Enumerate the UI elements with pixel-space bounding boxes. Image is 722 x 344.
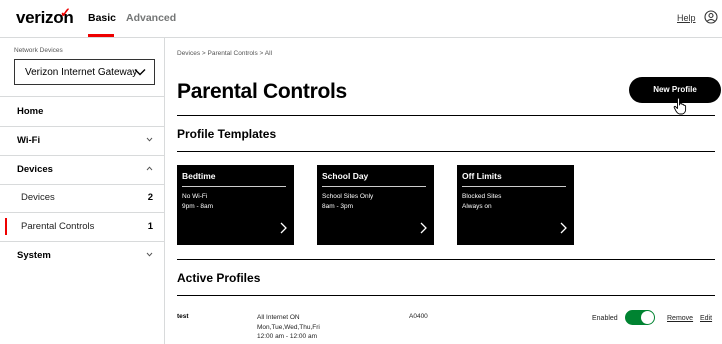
network-devices-label: Network Devices bbox=[14, 47, 63, 54]
help-link[interactable]: Help bbox=[677, 13, 696, 23]
chevron-right-icon bbox=[420, 222, 427, 234]
template-line: Blocked Sites bbox=[462, 193, 502, 200]
active-indicator bbox=[5, 218, 7, 235]
chevron-up-icon bbox=[146, 166, 153, 171]
sidebar-item-parental-controls[interactable]: Parental Controls 1 bbox=[0, 213, 165, 241]
template-title: School Day bbox=[322, 171, 369, 181]
tab-advanced[interactable]: Advanced bbox=[126, 12, 176, 24]
template-divider bbox=[182, 186, 286, 187]
sidebar-item-label: Wi-Fi bbox=[17, 135, 41, 146]
profile-days: Mon,Tue,Wed,Thu,Fri bbox=[257, 323, 320, 331]
active-tab-indicator bbox=[88, 34, 114, 37]
edit-link[interactable]: Edit bbox=[700, 315, 712, 322]
sidebar-item-label: Home bbox=[17, 106, 44, 117]
profile-time: 12:00 am - 12:00 am bbox=[257, 333, 317, 340]
parental-controls-count: 1 bbox=[147, 221, 153, 232]
template-line: 8am - 3pm bbox=[322, 203, 354, 210]
active-profiles-divider bbox=[177, 295, 715, 296]
chevron-down-icon bbox=[146, 137, 153, 142]
sidebar-item-label: Devices bbox=[21, 192, 55, 203]
device-select-value: Verizon Internet Gateway bbox=[25, 67, 138, 78]
template-card-off-limits[interactable]: Off Limits Blocked Sites Always on bbox=[457, 165, 574, 245]
active-profiles-title: Active Profiles bbox=[177, 271, 261, 285]
sidebar-item-label: Parental Controls bbox=[21, 221, 95, 232]
profile-device-code: A0400 bbox=[409, 313, 428, 320]
sidebar-divider bbox=[0, 96, 165, 97]
profile-templates-title: Profile Templates bbox=[177, 127, 277, 141]
sidebar: Network Devices Verizon Internet Gateway… bbox=[0, 38, 165, 344]
title-divider bbox=[177, 115, 715, 116]
sidebar-item-home[interactable]: Home bbox=[0, 98, 165, 126]
template-line: Always on bbox=[462, 203, 492, 210]
template-title: Bedtime bbox=[182, 171, 216, 181]
toggle-knob bbox=[641, 311, 654, 324]
profile-status-label: Enabled bbox=[592, 315, 618, 322]
template-line: No Wi-Fi bbox=[182, 193, 208, 200]
template-divider bbox=[322, 186, 426, 187]
hand-cursor-icon bbox=[673, 97, 687, 115]
user-circle-icon[interactable] bbox=[704, 10, 718, 24]
chevron-right-icon bbox=[280, 222, 287, 234]
page-title: Parental Controls bbox=[177, 80, 347, 103]
chevron-right-icon bbox=[560, 222, 567, 234]
devices-count: 2 bbox=[147, 192, 153, 203]
tab-basic[interactable]: Basic bbox=[88, 12, 116, 24]
template-line: School Sites Only bbox=[322, 193, 374, 200]
template-line: 9pm - 8am bbox=[182, 203, 214, 210]
template-card-school-day[interactable]: School Day School Sites Only 8am - 3pm bbox=[317, 165, 434, 245]
template-divider bbox=[462, 186, 566, 187]
remove-link[interactable]: Remove bbox=[667, 315, 693, 322]
templates-divider bbox=[177, 151, 715, 152]
sidebar-item-devices-list[interactable]: Devices 2 bbox=[0, 184, 165, 212]
breadcrumb[interactable]: Devices > Parental Controls > All bbox=[177, 50, 272, 57]
top-bar: verizon ✓ Basic Advanced Help bbox=[0, 0, 722, 38]
templates-bottom-divider bbox=[177, 259, 715, 260]
profile-rule: All Internet ON bbox=[257, 314, 300, 321]
template-card-bedtime[interactable]: Bedtime No Wi-Fi 9pm - 8am bbox=[177, 165, 294, 245]
sidebar-item-devices[interactable]: Devices bbox=[0, 156, 165, 184]
template-title: Off Limits bbox=[462, 171, 502, 181]
sidebar-item-wifi[interactable]: Wi-Fi bbox=[0, 127, 165, 155]
profile-name: test bbox=[177, 313, 189, 320]
sidebar-item-label: System bbox=[17, 250, 51, 261]
sidebar-item-label: Devices bbox=[17, 164, 53, 175]
logo-check-icon: ✓ bbox=[60, 5, 71, 20]
profile-schedule: All Internet ON Mon,Tue,Wed,Thu,Fri 12:0… bbox=[257, 313, 320, 342]
sidebar-item-system[interactable]: System bbox=[0, 242, 165, 270]
profile-enabled-toggle[interactable] bbox=[625, 310, 655, 325]
chevron-down-icon bbox=[146, 252, 153, 257]
chevron-down-icon bbox=[134, 69, 146, 76]
device-select[interactable]: Verizon Internet Gateway bbox=[14, 59, 155, 85]
